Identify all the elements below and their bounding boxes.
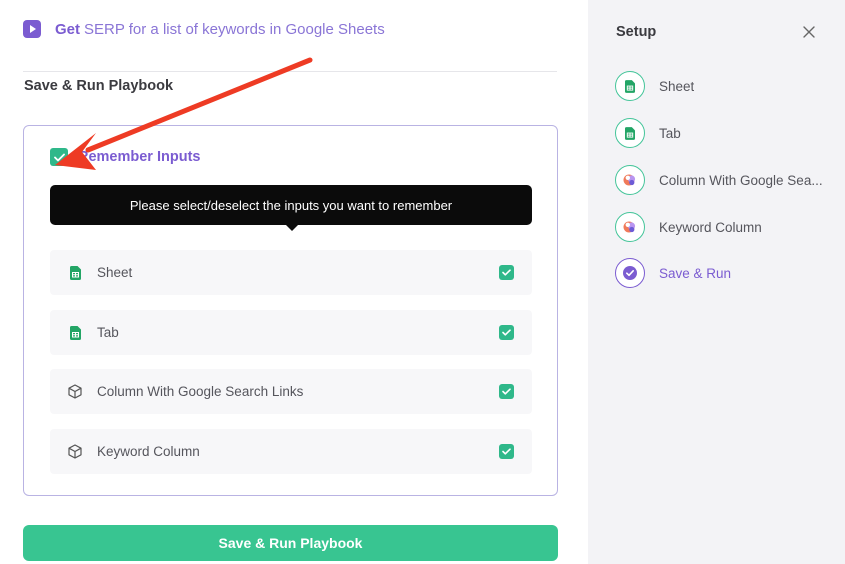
setup-step-sheet[interactable]: Sheet <box>615 71 694 101</box>
google-sheets-icon <box>68 325 82 341</box>
input-row-label: Sheet <box>97 265 133 280</box>
input-row-column-links[interactable]: Column With Google Search Links <box>50 369 532 414</box>
input-row-keyword-column[interactable]: Keyword Column <box>50 429 532 474</box>
setup-step-label: Keyword Column <box>659 219 762 235</box>
playbook-title-rest: SERP for a list of keywords in Google Sh… <box>84 20 385 38</box>
input-row-label: Column With Google Search Links <box>97 384 304 399</box>
setup-step-label: Save & Run <box>659 265 732 281</box>
input-checkbox-column-links[interactable] <box>499 384 514 399</box>
setup-step-keyword-column[interactable]: Keyword Column <box>615 212 762 242</box>
playbook-page: Get SERP for a list of keywords in Google… <box>0 0 845 564</box>
header-divider <box>23 71 557 72</box>
remember-inputs-checkbox[interactable] <box>50 148 68 166</box>
sidebar-title: Setup <box>616 24 657 40</box>
cube-icon <box>68 384 82 400</box>
input-checkbox-sheet[interactable] <box>499 265 514 280</box>
google-sheets-icon <box>615 118 645 148</box>
playbook-title: Get SERP for a list of keywords in Google… <box>55 21 385 38</box>
checkmark-icon <box>502 269 511 276</box>
remember-inputs-label: Remember Inputs <box>78 149 201 165</box>
save-and-run-button[interactable]: Save & Run Playbook <box>23 525 558 561</box>
setup-sidebar: Setup Sheet Tab Column With Google Sea..… <box>588 0 845 564</box>
setup-step-tab[interactable]: Tab <box>615 118 681 148</box>
close-icon[interactable] <box>802 25 816 39</box>
remember-tooltip: Please select/deselect the inputs you wa… <box>50 185 532 231</box>
checkmark-icon <box>502 388 511 395</box>
cube-icon <box>68 444 82 460</box>
input-checkbox-tab[interactable] <box>499 325 514 340</box>
input-checkbox-keyword-column[interactable] <box>499 444 514 459</box>
input-row-label: Tab <box>97 325 119 340</box>
play-icon[interactable] <box>23 20 41 38</box>
bardeen-logo-icon <box>615 165 645 195</box>
playbook-header: Get SERP for a list of keywords in Google… <box>23 20 385 38</box>
input-row-sheet[interactable]: Sheet <box>50 250 532 295</box>
setup-step-label: Column With Google Sea... <box>659 172 823 188</box>
google-sheets-icon <box>615 71 645 101</box>
input-row-tab[interactable]: Tab <box>50 310 532 355</box>
bardeen-logo-icon <box>615 212 645 242</box>
setup-step-label: Tab <box>659 125 681 141</box>
main-panel: Get SERP for a list of keywords in Google… <box>0 0 588 564</box>
checkmark-icon <box>53 153 65 161</box>
check-circle-icon <box>615 258 645 288</box>
google-sheets-icon <box>68 265 82 281</box>
remember-inputs-row[interactable]: Remember Inputs <box>50 148 200 166</box>
playbook-title-verb: Get <box>55 20 81 38</box>
setup-step-label: Sheet <box>659 78 695 94</box>
input-row-label: Keyword Column <box>97 444 200 459</box>
remember-inputs-card: Remember Inputs Please select/deselect t… <box>23 125 558 496</box>
setup-step-column-links[interactable]: Column With Google Sea... <box>615 165 823 195</box>
setup-step-save-run[interactable]: Save & Run <box>615 258 731 288</box>
checkmark-icon <box>502 329 511 336</box>
checkmark-icon <box>502 448 511 455</box>
section-title: Save & Run Playbook <box>24 78 174 94</box>
